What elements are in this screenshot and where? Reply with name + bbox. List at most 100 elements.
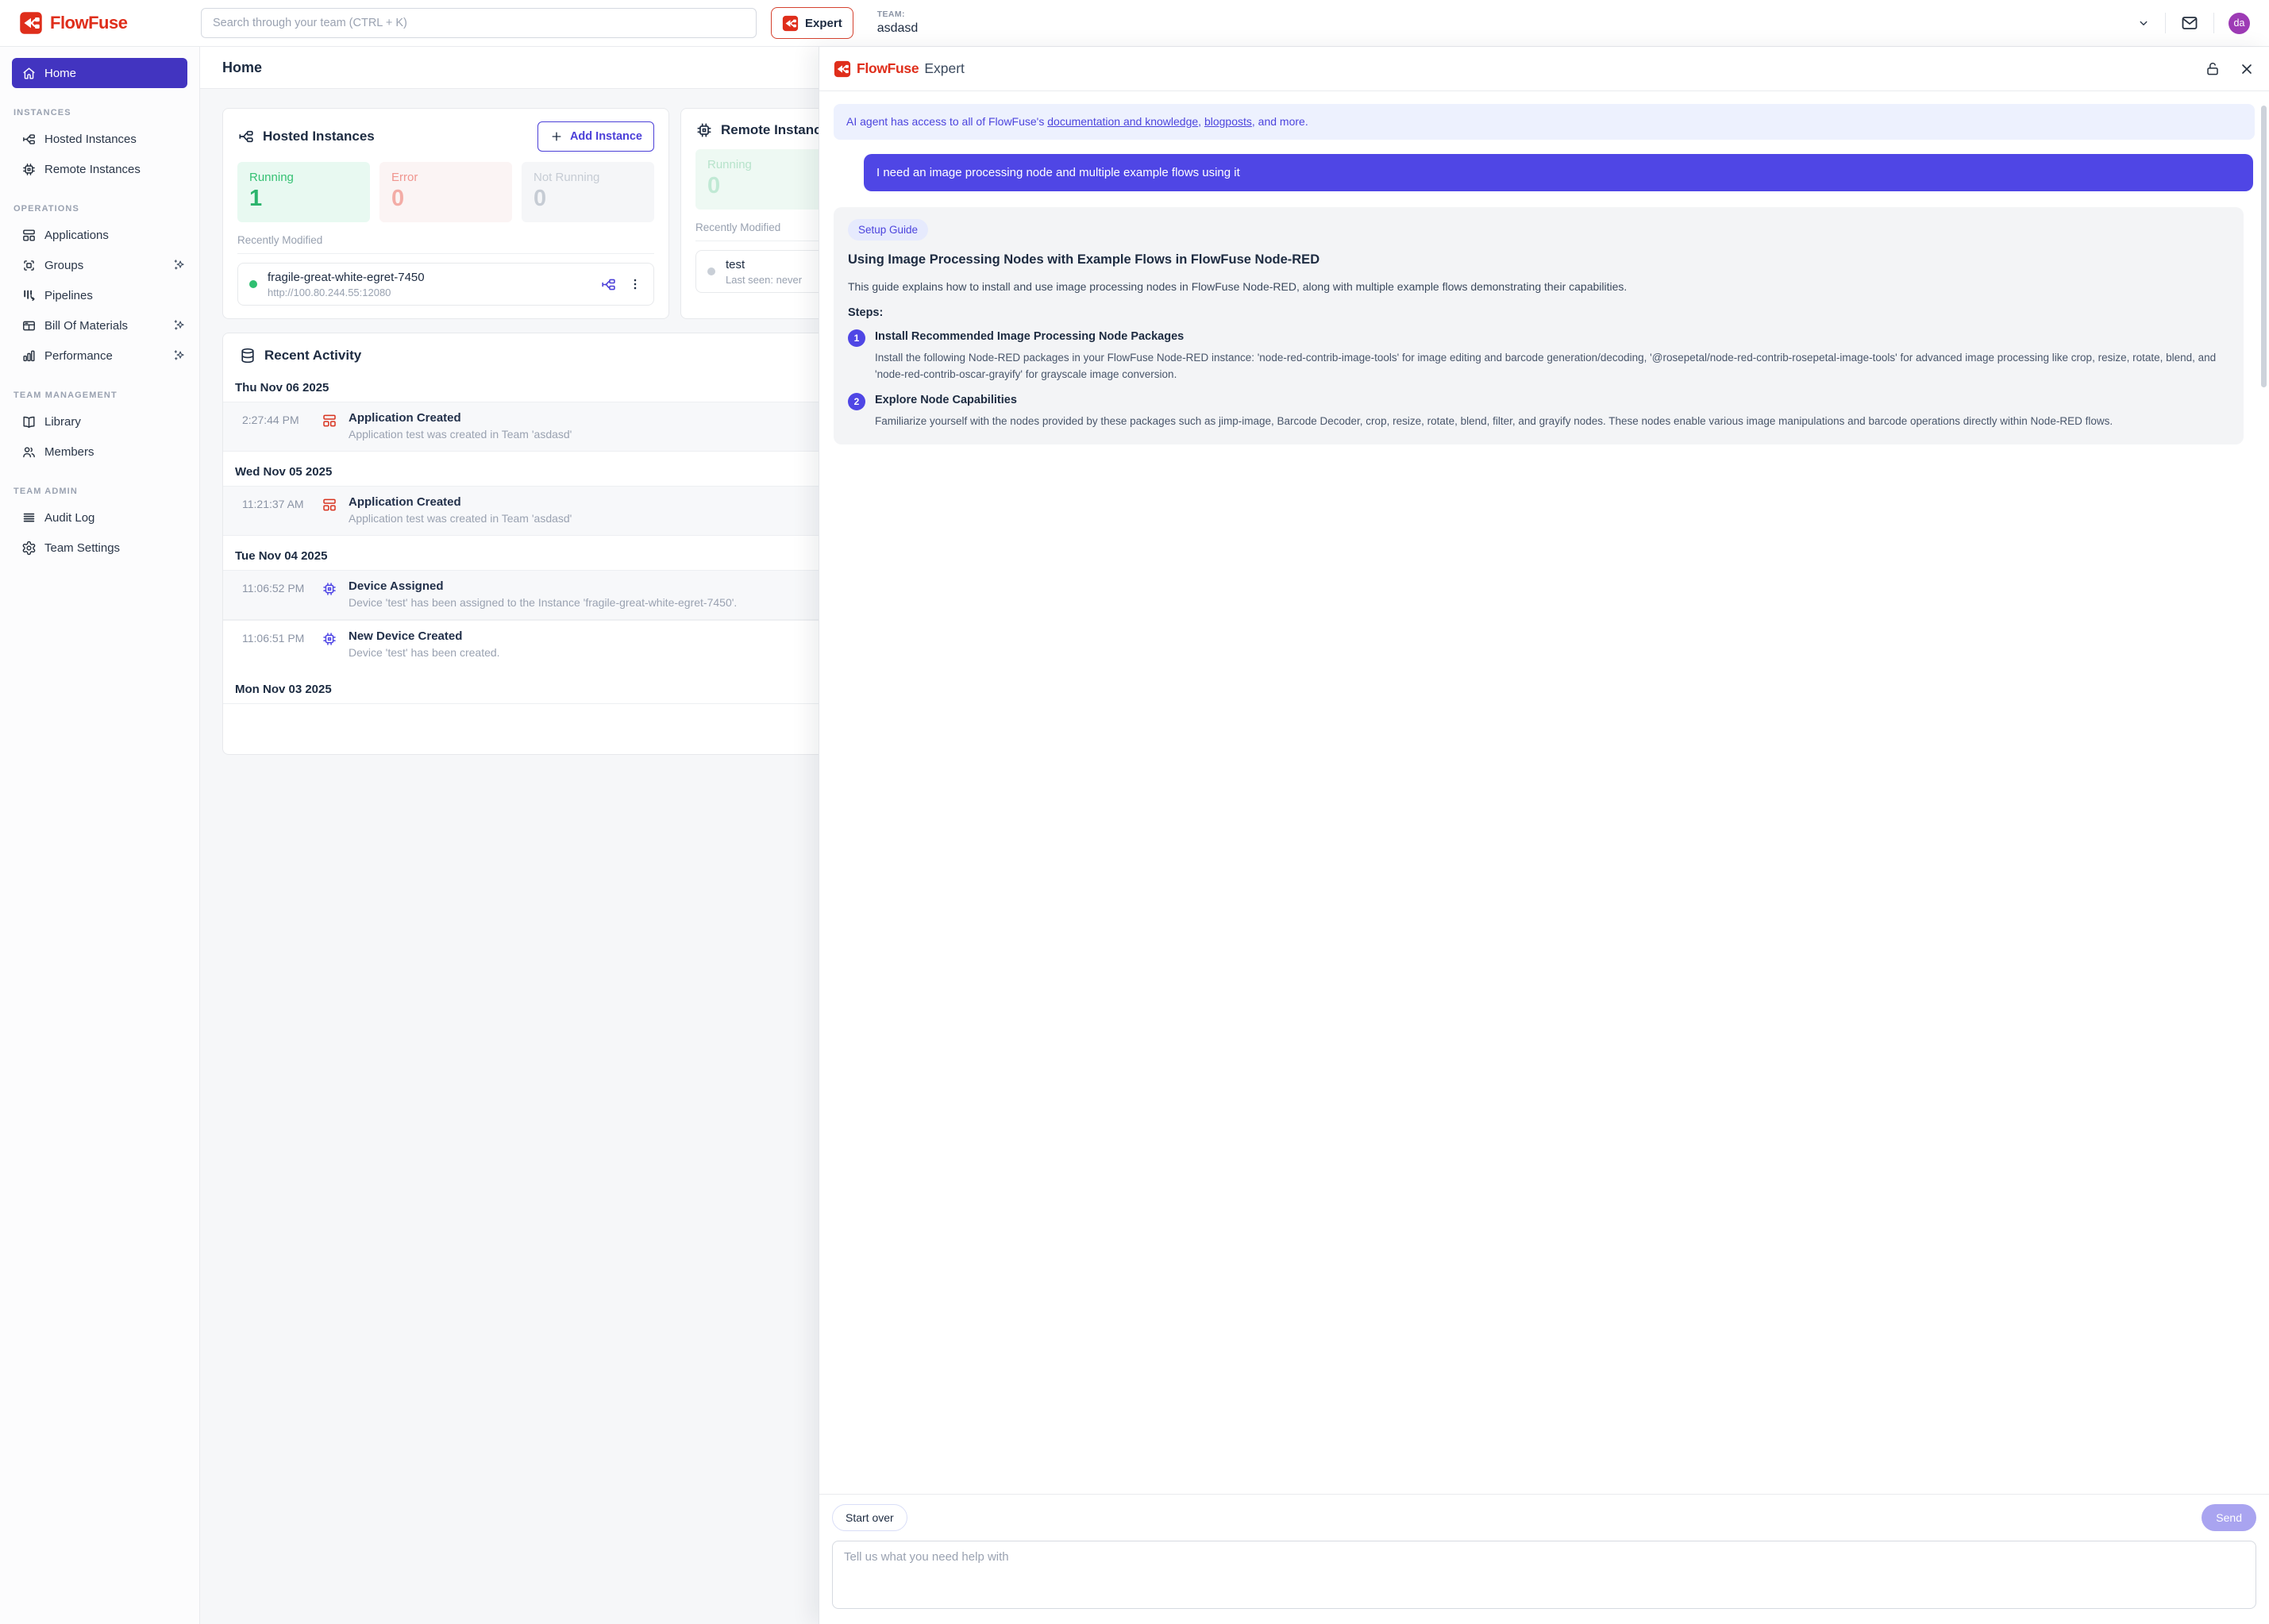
sidebar-item-applications[interactable]: Applications: [0, 220, 199, 250]
activity-body: Application CreatedApplication test was …: [349, 411, 572, 441]
sparkle: [172, 318, 187, 333]
chevron-down-icon[interactable]: [2136, 16, 2151, 30]
divider: [2165, 13, 2166, 33]
stat-value: 0: [391, 187, 500, 212]
projects-icon: [237, 128, 255, 145]
performance-icon: [21, 348, 37, 364]
assistant-message: Setup Guide Using Image Processing Nodes…: [834, 207, 2244, 444]
plus-icon: [549, 129, 564, 144]
sidebar-item-label: Team Settings: [44, 541, 120, 555]
instance-row[interactable]: fragile-great-white-egret-7450 http://10…: [237, 263, 654, 306]
stat-value: 0: [707, 174, 815, 199]
guide-step: 2Explore Node CapabilitiesFamiliarize yo…: [848, 392, 2229, 429]
notice-text: AI agent has access to all of FlowFuse's: [846, 115, 1047, 128]
sidebar-item-remote-instances[interactable]: Remote Instances: [0, 154, 199, 184]
step-text: Install the following Node-RED packages …: [875, 349, 2229, 383]
avatar[interactable]: da: [2229, 13, 2250, 34]
applications-icon: [322, 497, 337, 513]
start-over-button[interactable]: Start over: [832, 1504, 907, 1531]
sidebar-item-label: Library: [44, 415, 81, 429]
sidebar-item-home[interactable]: Home: [12, 58, 187, 88]
mail-icon[interactable]: [2180, 13, 2199, 33]
send-button[interactable]: Send: [2202, 1504, 2256, 1531]
sidebar: Home INSTANCESHosted InstancesRemote Ins…: [0, 47, 200, 1624]
activity-time: 2:27:44 PM: [242, 411, 310, 426]
team-selector[interactable]: TEAM: asdasd: [877, 10, 919, 36]
hosted-instances-title: Hosted Instances: [263, 129, 375, 144]
lock-open-icon[interactable]: [2205, 61, 2221, 77]
step-title: Install Recommended Image Processing Nod…: [875, 329, 2229, 345]
step-number: 1: [848, 329, 865, 347]
expert-panel-header: FlowFuse Expert: [819, 47, 2269, 91]
activity-body: Device AssignedDevice 'test' has been as…: [349, 579, 737, 609]
brand-name: FlowFuse: [50, 13, 127, 33]
projects-icon: [21, 132, 37, 147]
chip-icon: [21, 162, 37, 177]
sidebar-item-library[interactable]: Library: [0, 406, 199, 437]
stat-error: Error0: [379, 162, 512, 222]
expert-button-icon: [782, 15, 799, 32]
close-icon[interactable]: [2239, 61, 2255, 77]
step-body: Install Recommended Image Processing Nod…: [875, 329, 2229, 383]
sidebar-item-members[interactable]: Members: [0, 437, 199, 467]
applications-icon: [322, 413, 337, 429]
database-icon: [239, 347, 256, 364]
sidebar-item-audit-log[interactable]: Audit Log: [0, 502, 199, 533]
activity-title: Device Assigned: [349, 579, 737, 593]
scrollbar-thumb[interactable]: [2261, 106, 2267, 387]
sparkle: [172, 258, 187, 272]
stat-value: 0: [534, 187, 642, 212]
chip-icon: [322, 631, 337, 647]
sidebar-section-label: OPERATIONS: [13, 204, 199, 214]
stat-running: Running1: [237, 162, 370, 222]
library-icon: [21, 414, 37, 429]
chat-messages: AI agent has access to all of FlowFuse's…: [819, 91, 2269, 1494]
activity-detail: Device 'test' has been created.: [349, 646, 500, 659]
flowfuse-logo[interactable]: FlowFuse: [19, 11, 201, 35]
activity-title: Application Created: [349, 411, 572, 425]
sidebar-item-team-settings[interactable]: Team Settings: [0, 533, 199, 563]
stat-label: Not Running: [534, 171, 642, 184]
instance-url[interactable]: http://100.80.244.55:12080: [268, 287, 425, 298]
sidebar-item-performance[interactable]: Performance: [0, 341, 199, 371]
sidebar-item-label: Members: [44, 445, 94, 459]
status-dot-running: [249, 280, 257, 288]
audit-log-icon: [21, 510, 37, 525]
notice-text: ,: [1198, 115, 1204, 128]
steps-label: Steps:: [848, 306, 2229, 319]
sidebar-item-groups[interactable]: Groups: [0, 250, 199, 280]
hosted-instances-card: Hosted Instances Add Instance Running1Er…: [222, 108, 669, 319]
kebab-menu-icon[interactable]: [628, 277, 642, 291]
sidebar-item-label: Applications: [44, 229, 109, 242]
blogposts-link[interactable]: blogposts: [1204, 115, 1252, 128]
flowfuse-logo-icon: [19, 11, 43, 35]
sidebar-item-hosted-instances[interactable]: Hosted Instances: [0, 124, 199, 154]
chat-input[interactable]: [832, 1541, 2256, 1609]
stat-label: Running: [249, 171, 358, 184]
bom-icon: [21, 318, 37, 333]
sidebar-item-label: Groups: [44, 259, 83, 272]
sidebar-item-label: Remote Instances: [44, 163, 141, 176]
search-input[interactable]: [201, 8, 757, 38]
activity-detail: Application test was created in Team 'as…: [349, 512, 572, 525]
sidebar-section-label: TEAM ADMIN: [13, 487, 199, 496]
expert-brand: FlowFuse: [857, 60, 919, 77]
sidebar-item-label: Performance: [44, 349, 113, 363]
members-icon: [21, 444, 37, 460]
add-instance-button[interactable]: Add Instance: [537, 121, 654, 152]
notice-text: , and more.: [1252, 115, 1308, 128]
activity-time: 11:21:37 AM: [242, 495, 310, 510]
team-name: asdasd: [877, 21, 919, 37]
open-editor-icon[interactable]: [600, 276, 617, 293]
ai-access-notice: AI agent has access to all of FlowFuse's…: [834, 104, 2255, 140]
device-last-seen: Last seen: never: [726, 274, 802, 286]
expert-button[interactable]: Expert: [771, 7, 853, 39]
sidebar-item-pipelines[interactable]: Pipelines: [0, 280, 199, 310]
page-title: Home: [222, 60, 262, 76]
status-dot-offline: [707, 267, 715, 275]
device-name: test: [726, 257, 802, 273]
step-body: Explore Node CapabilitiesFamiliarize you…: [875, 392, 2113, 429]
documentation-link[interactable]: documentation and knowledge: [1047, 115, 1198, 128]
pipelines-icon: [21, 288, 37, 303]
sidebar-item-bill-of-materials[interactable]: Bill Of Materials: [0, 310, 199, 341]
